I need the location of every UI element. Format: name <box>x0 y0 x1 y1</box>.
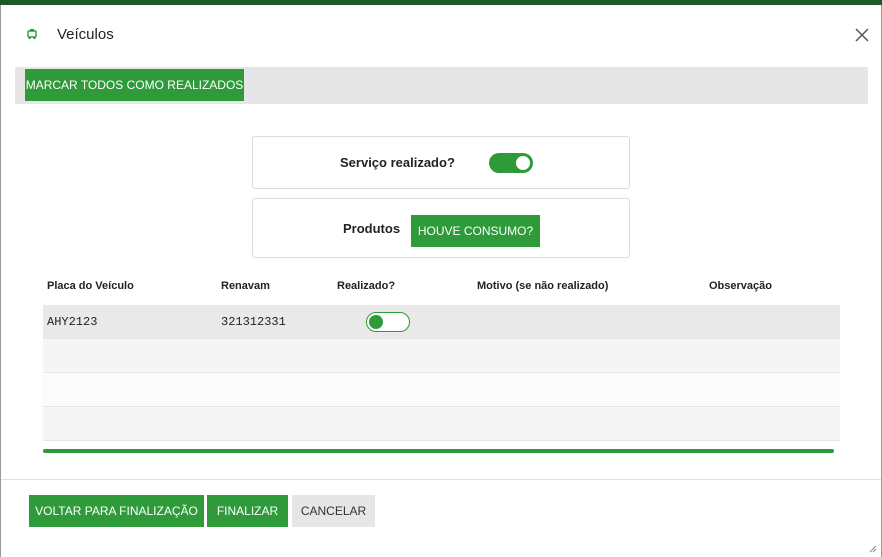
products-card: Produtos HOUVE CONSUMO? <box>252 198 630 258</box>
cancel-button[interactable]: CANCELAR <box>292 495 375 527</box>
progress-bar <box>43 449 834 453</box>
realizado-toggle[interactable] <box>366 312 410 332</box>
resize-grip-icon[interactable] <box>869 545 877 553</box>
column-header-placa: Placa do Veículo <box>47 280 134 292</box>
close-icon[interactable] <box>853 26 871 44</box>
finish-button[interactable]: FINALIZAR <box>207 495 288 527</box>
cell-renavam: 321312331 <box>221 315 286 329</box>
toggle-knob <box>369 315 383 329</box>
service-done-toggle[interactable] <box>489 153 533 173</box>
table-row-empty <box>43 339 840 373</box>
table-row[interactable]: AHY2123 321312331 <box>43 305 840 339</box>
had-consumption-button[interactable]: HOUVE CONSUMO? <box>411 215 540 247</box>
mark-all-done-button[interactable]: MARCAR TODOS COMO REALIZADOS <box>25 69 244 101</box>
table-row-empty <box>43 373 840 407</box>
back-to-finalization-button[interactable]: VOLTAR PARA FINALIZAÇÃO <box>29 495 204 527</box>
column-header-observacao: Observação <box>709 280 772 292</box>
footer-divider <box>1 479 881 480</box>
dialog-title: Veículos <box>57 26 114 43</box>
service-done-card: Serviço realizado? <box>252 136 630 189</box>
column-header-motivo: Motivo (se não realizado) <box>477 280 609 292</box>
toggle-knob <box>516 156 530 170</box>
vehicles-dialog: Veículos MARCAR TODOS COMO REALIZADOS Se… <box>1 5 881 557</box>
car-icon <box>27 29 37 40</box>
cell-placa: AHY2123 <box>47 315 98 329</box>
dialog-header: Veículos <box>1 5 881 63</box>
column-header-renavam: Renavam <box>221 280 270 292</box>
table-row-empty <box>43 407 840 441</box>
toolbar: MARCAR TODOS COMO REALIZADOS <box>15 67 868 104</box>
column-header-realizado: Realizado? <box>337 280 396 292</box>
service-done-label: Serviço realizado? <box>340 155 455 170</box>
progress-bar-fill <box>43 449 834 453</box>
products-label: Produtos <box>343 221 401 236</box>
